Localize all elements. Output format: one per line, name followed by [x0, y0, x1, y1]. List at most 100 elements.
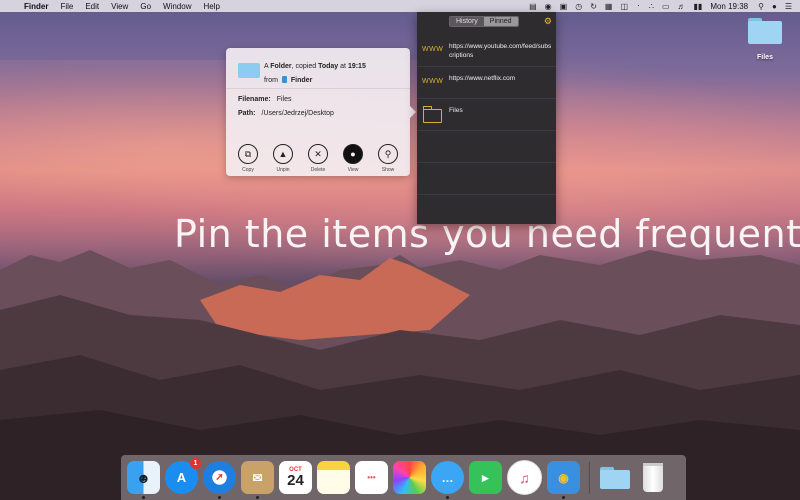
menu-finder[interactable]: Finder [24, 2, 48, 11]
clipboard-history-panel: History Pinned ⚙ WWW https://www.youtube… [417, 12, 556, 224]
history-item-empty [417, 162, 556, 195]
info-divider [226, 88, 410, 89]
view-button[interactable]: ● View [339, 144, 367, 173]
timer-icon[interactable]: ◷ [575, 2, 582, 11]
menu-bar: Finder File Edit View Go Window Help ▤ ◉… [0, 0, 800, 12]
running-indicator [218, 496, 221, 499]
clipboard-app-dock-icon[interactable]: ◉ [547, 461, 580, 499]
folder-icon [599, 466, 630, 489]
bluetooth-icon[interactable]: ᛫ [636, 2, 641, 11]
delete-button[interactable]: ✕ Delete [304, 144, 332, 173]
info-at-text: at [338, 63, 348, 70]
info-actions: ⧉ Copy ▲ Unpin ✕ Delete ● View ⚲ Show [234, 144, 402, 173]
path-label: Path: [238, 110, 256, 117]
folder-icon [423, 106, 442, 123]
filename-row: Filename: Files [238, 96, 291, 103]
box-icon[interactable]: ▣ [560, 2, 568, 11]
history-pinned-segmented: History Pinned [449, 16, 519, 27]
sync-icon[interactable]: ↻ [590, 2, 597, 11]
messages-dock-icon[interactable]: … [431, 461, 464, 499]
desktop-folder-label: Files [757, 54, 773, 61]
calendar-day: 24 [287, 472, 304, 489]
info-time: 19:15 [347, 63, 366, 70]
filename-label: Filename: [238, 96, 271, 103]
itunes-dock-icon[interactable]: ♫ [507, 460, 542, 495]
view-icon: ● [343, 144, 363, 164]
show-label: Show [381, 167, 395, 173]
record-icon[interactable]: ◉ [545, 2, 552, 11]
show-button[interactable]: ⚲ Show [374, 144, 402, 173]
clipboard-icon[interactable]: ▤ [529, 2, 537, 11]
trash-dock-icon[interactable] [636, 461, 669, 494]
calendar-dock-icon[interactable]: OCT 24 [279, 461, 312, 494]
spotlight-icon[interactable]: ⚲ [758, 2, 764, 11]
info-when: Today [318, 63, 339, 70]
web-link-icon: WWW [422, 46, 444, 53]
info-header: A Folder, copied Today at 19:15 from Fin… [238, 60, 366, 88]
dock: ☻ A1 ➚ ✉ OCT 24 ••• … ► ♫ ◉ [121, 455, 686, 500]
path-row: Path: /Users/Jedrzej/Desktop [238, 110, 334, 117]
tab-history[interactable]: History [450, 17, 484, 26]
facetime-dock-icon[interactable]: ► [469, 461, 502, 494]
folder-icon [748, 18, 782, 44]
menu-edit[interactable]: Edit [85, 2, 99, 11]
running-indicator [256, 496, 259, 499]
grid-icon[interactable]: ▦ [605, 2, 613, 11]
siri-icon[interactable]: ● [772, 2, 777, 11]
copy-label: Copy [242, 167, 254, 173]
panel-topbar: History Pinned ⚙ [417, 12, 556, 32]
popover-arrow [410, 106, 416, 118]
notification-center-icon[interactable]: ☰ [785, 2, 792, 11]
menu-file[interactable]: File [60, 2, 73, 11]
history-item[interactable]: WWW https://www.youtube.com/feed/subscri… [417, 34, 556, 67]
notes-dock-icon[interactable] [317, 461, 350, 494]
history-item-text: Files [449, 107, 463, 114]
finder-dock-icon[interactable]: ☻ [127, 461, 160, 499]
history-item-empty [417, 130, 556, 163]
airplay-icon[interactable]: ▭ [662, 2, 670, 11]
split-icon[interactable]: ◫ [620, 2, 628, 11]
info-from-text: from [264, 77, 280, 84]
magnifier-icon: ⚲ [378, 144, 398, 164]
volume-icon[interactable]: ♬ [678, 2, 686, 11]
history-item[interactable]: WWW https://www.netflix.com [417, 66, 556, 99]
menu-window[interactable]: Window [163, 2, 191, 11]
menu-go[interactable]: Go [140, 2, 151, 11]
folder-stack-dock-icon[interactable] [598, 461, 631, 494]
dock-separator [589, 461, 590, 494]
copy-icon: ⧉ [238, 144, 258, 164]
app-store-dock-icon[interactable]: A1 [165, 458, 201, 494]
copy-button[interactable]: ⧉ Copy [234, 144, 262, 173]
delete-icon: ✕ [308, 144, 328, 164]
tab-pinned[interactable]: Pinned [483, 17, 518, 26]
running-indicator [142, 496, 145, 499]
running-indicator [562, 496, 565, 499]
desktop-folder[interactable]: Files [745, 18, 785, 61]
delete-label: Delete [310, 167, 326, 173]
finder-icon [281, 76, 287, 83]
filename-value: Files [276, 96, 292, 103]
wifi-icon[interactable]: ∴ [649, 2, 654, 11]
safari-dock-icon[interactable]: ➚ [203, 461, 236, 499]
path-value: /Users/Jedrzej/Desktop [261, 110, 334, 117]
reminders-dock-icon[interactable]: ••• [355, 461, 388, 494]
mail-stamp-dock-icon[interactable]: ✉ [241, 461, 274, 499]
web-link-icon: WWW [422, 78, 444, 85]
info-source-app: Finder [290, 77, 313, 84]
menu-help[interactable]: Help [203, 2, 219, 11]
view-label: View [347, 167, 359, 173]
gear-icon[interactable]: ⚙ [544, 16, 552, 27]
pin-icon: ▲ [273, 144, 293, 164]
history-item[interactable]: Files [417, 98, 556, 131]
info-copied-text: , copied [291, 63, 319, 70]
photos-dock-icon[interactable] [393, 461, 426, 494]
app-store-badge: 1 [190, 458, 201, 469]
folder-icon [238, 63, 260, 78]
battery-icon[interactable]: ▮▮ [694, 2, 703, 11]
history-item-text: https://www.netflix.com [449, 75, 516, 82]
unpin-button[interactable]: ▲ Unpin [269, 144, 297, 173]
menu-view[interactable]: View [111, 2, 128, 11]
info-type: Folder [270, 63, 292, 70]
unpin-label: Unpin [276, 167, 290, 173]
menu-clock[interactable]: Mon 19:38 [710, 2, 748, 11]
